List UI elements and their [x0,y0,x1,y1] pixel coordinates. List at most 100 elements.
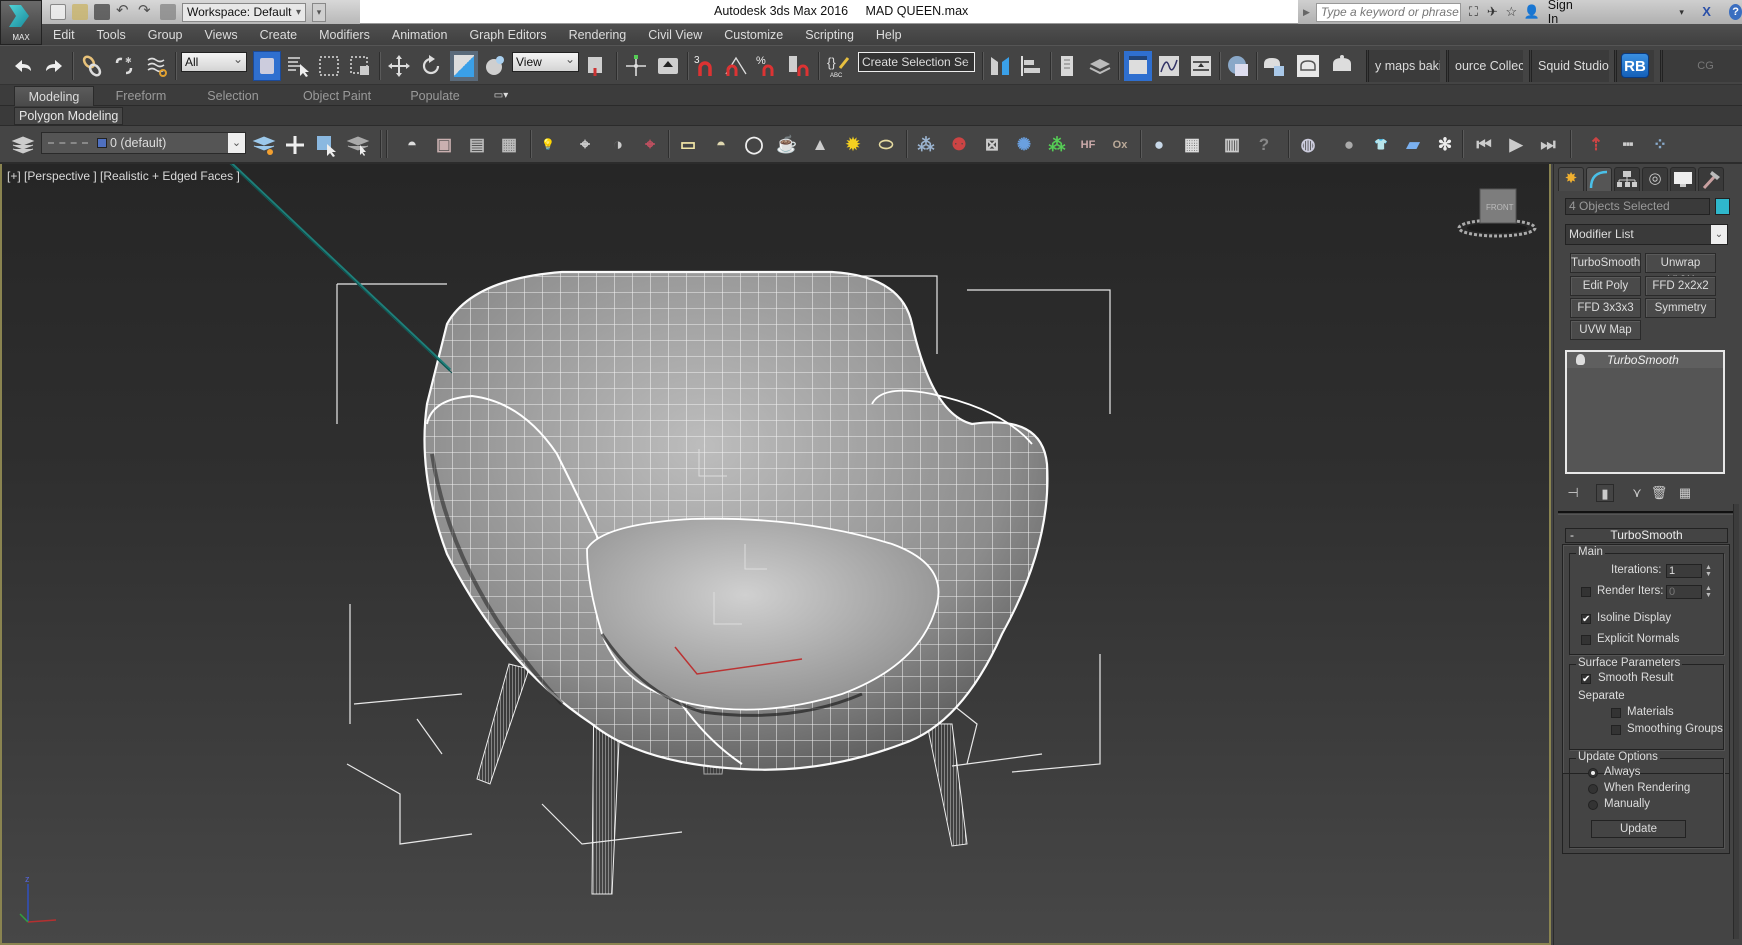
render-production-icon[interactable] [1330,54,1354,78]
menu-help[interactable]: Help [865,28,913,42]
sphere-light-icon[interactable]: ◯ [742,133,766,157]
custom-button-maps-baking[interactable]: y maps baking [1366,50,1440,82]
cg-button[interactable]: CG [1660,50,1742,82]
modifier-button-ffd-3x3x3[interactable]: FFD 3x3x3 [1570,298,1641,318]
window-crossing-icon[interactable] [348,54,372,78]
reference-coordinate-dropdown[interactable]: View [512,50,579,72]
modifier-list-dropdown[interactable]: Modifier List ⌄ [1565,224,1728,245]
viewport-label-menu[interactable]: [+] [Perspective ] [Realistic + Edged Fa… [7,169,240,183]
expand-arrow-icon[interactable]: ▶ [1303,7,1310,18]
menu-rendering[interactable]: Rendering [558,28,638,42]
menu-scripting[interactable]: Scripting [794,28,865,42]
scatter-icon[interactable]: ✺ [1012,133,1036,157]
anim-play-icon[interactable]: ▶ [1504,133,1528,157]
percent-snap-icon[interactable]: % [756,54,780,78]
satellite-icon[interactable]: ✈ [1486,4,1499,20]
measure-icon[interactable]: ┅ [1616,133,1640,157]
select-and-manipulate-icon[interactable] [624,54,648,78]
hemisphere-icon[interactable]: ◓ [709,133,733,157]
snaps-toggle-icon[interactable]: 3 [694,54,718,78]
modifier-button-turbosmooth[interactable]: TurboSmooth [1570,253,1641,273]
qat-customize-button[interactable]: ▾ [312,2,326,22]
keyboard-shortcut-override-icon[interactable] [656,54,680,78]
search-input[interactable]: Type a keyword or phrase [1315,2,1461,22]
tab-hierarchy[interactable] [1614,167,1640,191]
sphere-small-icon[interactable]: ● [1337,133,1361,157]
redo-icon[interactable] [42,54,66,78]
manage-layers-icon[interactable] [1056,54,1080,78]
modifier-stack[interactable]: TurboSmooth [1565,350,1725,474]
menu-civil-view[interactable]: Civil View [637,28,713,42]
material-editor-icon[interactable] [1226,54,1250,78]
pin-stack-icon[interactable]: ⊣ [1564,484,1582,502]
tab-display[interactable] [1670,167,1696,191]
render-frame-icon[interactable]: ▣ [432,133,456,157]
edit-named-selection-icon[interactable]: {} ABC [826,54,850,78]
menu-views[interactable]: Views [193,28,248,42]
scene-grid-icon[interactable]: ▦ [497,133,521,157]
chevron-down-icon[interactable]: ⌄ [228,133,245,153]
show-end-result-icon[interactable]: ▮ [1596,484,1614,502]
plane-icon[interactable]: ▭ [676,133,700,157]
menu-edit[interactable]: Edit [42,28,86,42]
perspective-viewport[interactable]: FRONT z [+] [Perspective ] [Realistic + … [0,164,1551,945]
rb-button[interactable]: RB [1621,53,1649,78]
dome-icon[interactable]: ⬭ [874,133,898,157]
material-browser-icon[interactable]: ▦ [1180,133,1204,157]
undo-icon[interactable] [11,54,35,78]
tshirt-icon[interactable]: 👕 [1369,133,1393,157]
object-color-swatch[interactable] [1715,198,1730,215]
camera-red-icon[interactable]: ⌖ [638,133,662,157]
user-icon[interactable]: 👤 [1524,4,1540,20]
binoculars-icon[interactable]: ⛶ [1467,4,1480,20]
select-and-move-icon[interactable] [387,54,411,78]
modifier-button-symmetry[interactable]: Symmetry [1645,298,1716,318]
stack-item-turbosmooth[interactable]: TurboSmooth [1567,352,1723,368]
add-to-layer-icon[interactable] [283,133,307,157]
ox-hair-icon[interactable]: Ox [1108,133,1132,157]
star-icon[interactable]: ☆ [1505,4,1518,20]
character-icon[interactable]: ✻ [1433,133,1457,157]
viewport-scene[interactable]: FRONT z [2,164,1551,945]
redo-icon[interactable]: ↷ [138,3,154,20]
menu-create[interactable]: Create [249,28,309,42]
tab-selection[interactable]: Selection [198,86,268,106]
open-file-icon[interactable] [72,4,88,20]
hair-fur-icon[interactable]: HF [1076,133,1100,157]
polygon-modeling-panel[interactable]: Polygon Modeling [14,107,124,125]
lightbulb-icon[interactable] [1576,354,1585,365]
tab-freeform[interactable]: Freeform [106,86,176,106]
menu-animation[interactable]: Animation [381,28,459,42]
current-layer-dropdown[interactable]: 0 (default) ⌄ [41,132,246,154]
sun-light-icon[interactable]: ✹ [841,133,865,157]
custom-button-resource-collector[interactable]: ource Collectc [1446,50,1523,82]
cloth-icon[interactable]: ▰ [1401,133,1425,157]
make-unique-icon[interactable]: ⋎ [1628,484,1646,502]
anim-next-icon[interactable]: ⏭ [1536,133,1560,157]
menu-modifiers[interactable]: Modifiers [308,28,381,42]
object-name-field[interactable]: 4 Objects Selected [1565,198,1710,215]
select-object-button[interactable] [253,51,281,81]
grass-icon[interactable]: ⁂ [1045,133,1069,157]
set-current-layer-icon[interactable] [346,133,370,157]
camera-icon[interactable]: ⌖ [573,133,597,157]
tab-modeling[interactable]: Modeling [14,86,94,106]
tab-modify[interactable] [1586,167,1612,191]
dot-array-icon[interactable]: ⁘ [1648,133,1672,157]
unlink-selection-icon[interactable]: ✱ [112,54,136,78]
project-folder-icon[interactable] [160,4,176,20]
command-panel-scrollbar[interactable] [1733,504,1739,939]
select-and-scale-button[interactable] [450,51,478,81]
scene-explorer-icon[interactable] [1088,54,1112,78]
curve-editor-icon[interactable] [1157,54,1181,78]
help-circle-icon[interactable]: ? [1252,133,1276,157]
tab-populate[interactable]: Populate [400,86,470,106]
menu-graph-editors[interactable]: Graph Editors [458,28,557,42]
tab-object-paint[interactable]: Object Paint [293,86,381,106]
use-pivot-center-icon[interactable] [585,54,609,78]
workspace-dropdown[interactable]: Workspace: Default [182,2,306,22]
pivot-grid-icon[interactable]: ⇡ [1584,133,1608,157]
schematic-view-icon[interactable] [1189,54,1213,78]
tab-motion[interactable]: ◎ [1642,167,1668,191]
select-and-link-icon[interactable] [80,54,104,78]
